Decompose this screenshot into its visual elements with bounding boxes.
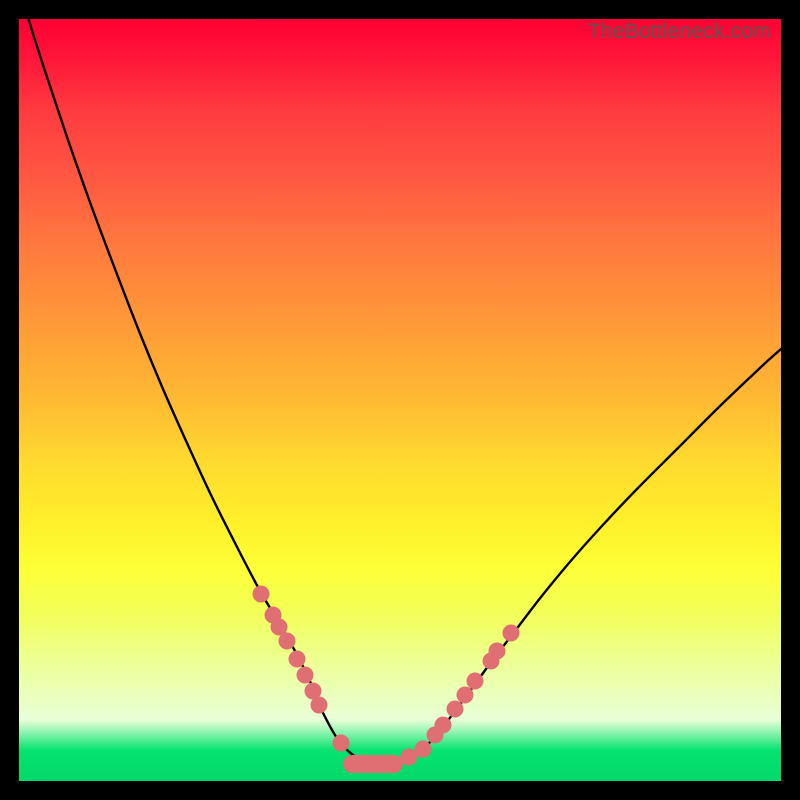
curve-marker-dot <box>457 687 474 704</box>
curve-line <box>19 0 781 764</box>
plateau-marker <box>343 755 403 773</box>
curve-marker-dot <box>333 735 350 752</box>
curve-marker-dot <box>447 701 464 718</box>
curve-marker-dot <box>435 717 452 734</box>
curve-marker-dot <box>467 673 484 690</box>
curve-marker-dot <box>297 667 314 684</box>
bottleneck-curve-plot <box>19 19 781 781</box>
curve-marker-dot <box>415 741 432 758</box>
curve-marker-dot <box>253 586 270 603</box>
curve-marker-dot <box>289 651 306 668</box>
curve-marker-dot <box>489 643 506 660</box>
chart-frame: TheBottleneck.com <box>19 19 781 781</box>
curve-marker-dot <box>279 633 296 650</box>
marker-layer <box>253 586 520 774</box>
curve-marker-dot <box>503 625 520 642</box>
curve-marker-dot <box>311 697 328 714</box>
